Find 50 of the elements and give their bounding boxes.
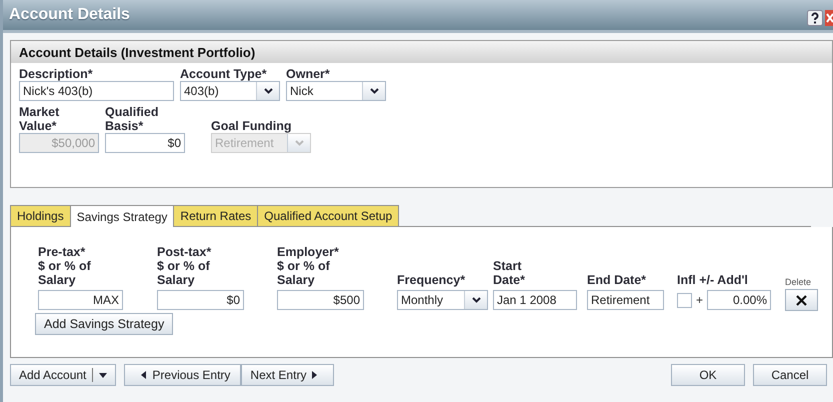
column-header: Post-tax* $ or % of Salary xyxy=(157,245,212,287)
help-icon[interactable] xyxy=(807,10,823,26)
input-field[interactable]: 0.00% xyxy=(707,290,772,310)
section-title: Account Details (Investment Portfolio) xyxy=(19,44,256,60)
caret-icon xyxy=(99,372,108,378)
dropdown-field[interactable]: 403(b) xyxy=(180,81,280,101)
left-triangle-icon xyxy=(141,371,146,379)
right-triangle-icon xyxy=(312,371,318,379)
tab[interactable]: Return Rates xyxy=(173,205,258,226)
caret-icon xyxy=(472,297,480,303)
column-header: Start Date* xyxy=(493,259,525,287)
column-header: Employer* $ or % of Salary xyxy=(277,245,339,287)
field-label: Goal Funding xyxy=(211,119,293,133)
plus-sign: + xyxy=(696,293,704,307)
close-icon[interactable] xyxy=(825,10,833,26)
input-field[interactable]: $0 xyxy=(157,290,244,310)
caret-icon xyxy=(370,88,378,94)
input-field[interactable]: $500 xyxy=(277,290,364,310)
field-label: Description* xyxy=(19,67,94,81)
column-header: Infl +/- Add'l xyxy=(677,273,748,287)
input-field[interactable]: MAX xyxy=(38,290,123,310)
add-savings-strategy-button[interactable]: Add Savings Strategy xyxy=(35,313,174,335)
window-title: Account Details xyxy=(9,6,130,24)
dropdown-field[interactable]: Nick xyxy=(286,81,386,101)
caret-icon xyxy=(294,140,304,146)
field-label: Qualified Basis* xyxy=(105,105,160,133)
field-label: Owner* xyxy=(286,67,331,81)
column-header: Pre-tax* $ or % of Salary xyxy=(38,245,91,287)
input-field[interactable]: $0 xyxy=(105,133,185,153)
dialog-button[interactable]: Cancel xyxy=(753,364,827,386)
field-label: Account Type* xyxy=(180,67,268,81)
input-field[interactable]: Jan 1 2008 xyxy=(493,290,577,310)
field-label: Market Value* xyxy=(19,105,60,133)
add-account-button[interactable]: Add Account xyxy=(10,364,116,386)
checkbox[interactable] xyxy=(677,292,692,308)
column-header: Frequency* xyxy=(397,273,466,287)
delete-button[interactable] xyxy=(785,289,818,311)
previous-entry-button[interactable]: Previous Entry xyxy=(124,364,242,386)
input-field[interactable]: Nick's 403(b) xyxy=(19,81,174,101)
column-header: Delete xyxy=(785,277,812,287)
tab[interactable]: Holdings xyxy=(10,205,71,226)
dialog-button[interactable]: OK xyxy=(671,364,745,386)
tab[interactable]: Savings Strategy xyxy=(70,205,174,227)
close-icon xyxy=(796,294,807,306)
column-header: End Date* xyxy=(587,273,646,287)
input-field[interactable]: Retirement xyxy=(587,290,664,310)
tab[interactable]: Qualified Account Setup xyxy=(257,205,400,226)
caret-icon xyxy=(264,88,272,94)
dropdown-field[interactable]: Monthly xyxy=(397,290,488,310)
next-entry-button[interactable]: Next Entry xyxy=(241,364,334,386)
